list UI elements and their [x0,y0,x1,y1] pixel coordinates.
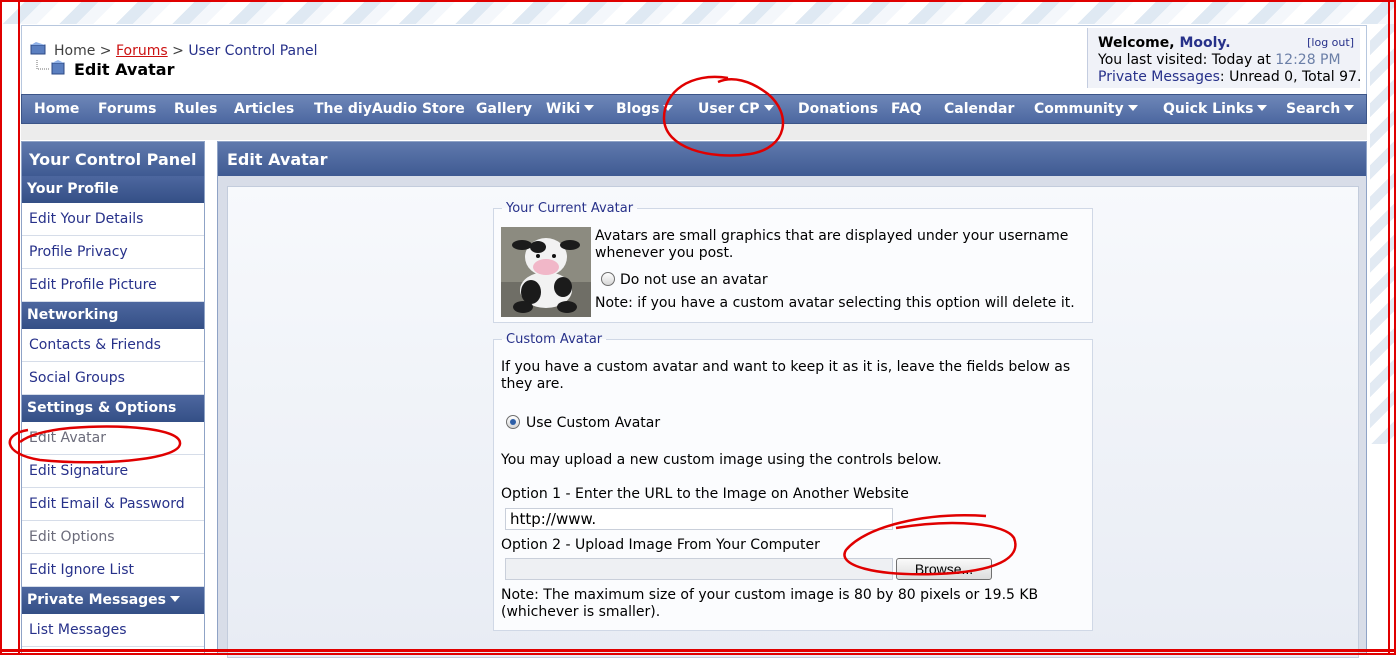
annotation-frame [0,0,1396,655]
